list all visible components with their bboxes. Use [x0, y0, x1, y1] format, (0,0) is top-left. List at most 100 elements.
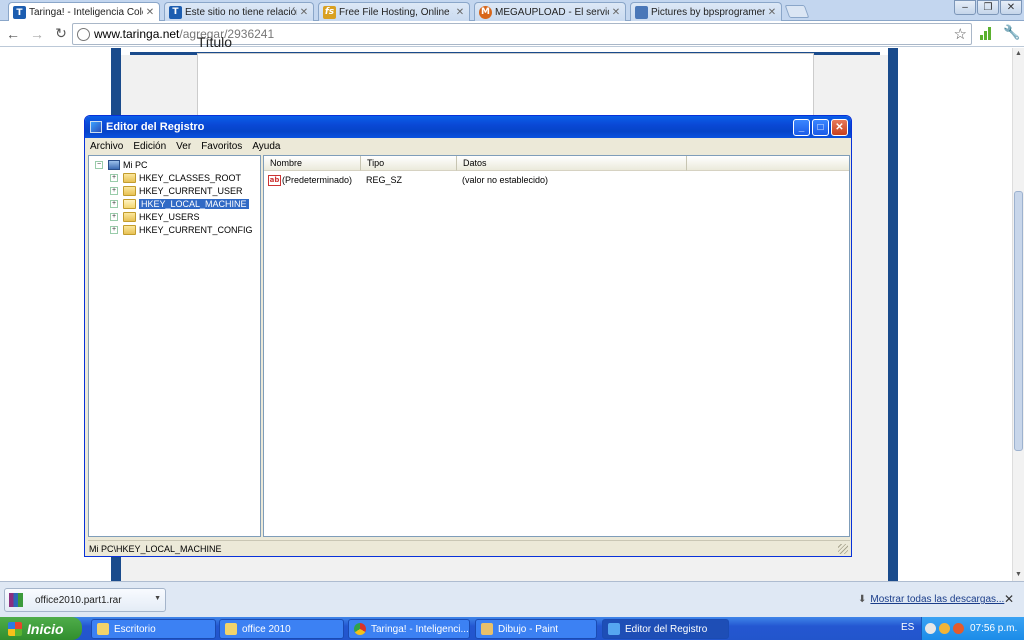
chrome-icon [354, 623, 366, 635]
scroll-up-icon[interactable]: ▲ [1013, 48, 1024, 60]
extension-signal-icon[interactable] [980, 26, 994, 40]
tab-taringa[interactable]: T Taringa! - Inteligencia Colectiva ✕ [8, 2, 160, 22]
download-bar: office2010.part1.rar ▼ ⬇ Mostrar todas la… [0, 581, 1024, 617]
taskbar-button-regedit[interactable]: Editor del Registro [602, 619, 729, 639]
download-arrow-icon: ⬇ [858, 594, 867, 605]
close-icon[interactable]: ✕ [611, 7, 621, 18]
language-indicator[interactable]: ES [901, 622, 914, 633]
value-name[interactable]: ab (Predeterminado) [268, 173, 352, 187]
start-button[interactable]: Inicio [0, 617, 82, 640]
window-title-bar[interactable]: Editor del Registro _ □ ✕ [85, 116, 851, 138]
expand-icon[interactable]: + [110, 186, 118, 195]
tray-icon[interactable] [925, 623, 936, 634]
page-scrollbar[interactable]: ▲ ▼ [1012, 48, 1024, 581]
reload-icon[interactable]: ↻ [50, 23, 72, 45]
window-controls: _ □ ✕ [793, 119, 848, 136]
back-icon[interactable]: ← [2, 23, 24, 45]
tab-megaupload[interactable]: M MEGAUPLOAD - El servicio líder ✕ [474, 2, 626, 21]
close-icon[interactable]: ✕ [299, 7, 309, 18]
tab-este-sitio[interactable]: T Este sitio no tiene relación con ✕ [164, 2, 314, 21]
value-data: (valor no establecido) [462, 175, 549, 185]
tree-item[interactable]: + HKEY_CURRENT_USER [110, 184, 243, 197]
status-bar: Mi PC\HKEY_LOCAL_MACHINE [88, 540, 850, 556]
chevron-down-icon[interactable]: ▼ [154, 595, 161, 602]
minimize-icon[interactable]: _ [793, 119, 810, 136]
registry-editor-window: Editor del Registro _ □ ✕ Archivo Edició… [84, 115, 852, 557]
expand-icon[interactable]: + [110, 199, 118, 208]
tab-label: Free File Hosting, Online Storage [339, 6, 453, 18]
tab-label: Este sitio no tiene relación con [185, 6, 297, 18]
taringa-icon: T [169, 5, 182, 19]
expand-icon[interactable]: + [110, 212, 118, 221]
column-header-tipo[interactable]: Tipo [361, 156, 457, 171]
menu-ver[interactable]: Ver [174, 141, 191, 152]
forward-icon[interactable]: → [26, 23, 48, 45]
new-tab-button[interactable] [784, 5, 810, 18]
menu-ayuda[interactable]: Ayuda [250, 141, 280, 152]
close-icon[interactable]: ✕ [455, 7, 465, 18]
close-download-bar-icon[interactable]: ✕ [1004, 592, 1014, 606]
tree-item[interactable]: + HKEY_CLASSES_ROOT [110, 171, 241, 184]
open-folder-icon [123, 198, 136, 209]
restore-icon[interactable]: ❐ [977, 0, 999, 15]
value-type: REG_SZ [366, 175, 403, 185]
window-title: Editor del Registro [106, 121, 205, 133]
regedit-icon [608, 623, 620, 635]
wrench-icon[interactable]: 🔧 [1003, 24, 1020, 41]
tree-item[interactable]: + HKEY_USERS [110, 210, 200, 223]
scroll-thumb[interactable] [1014, 191, 1023, 451]
windows-flag-icon [8, 621, 22, 636]
tray-icon[interactable] [939, 623, 950, 634]
tab-pictures[interactable]: Pictures by bpsprogramer - Ph ✕ [630, 2, 782, 21]
expand-icon[interactable]: + [110, 173, 118, 182]
globe-icon [77, 27, 90, 41]
maximize-icon[interactable]: □ [812, 119, 829, 136]
show-all-downloads-link[interactable]: ⬇ Mostrar todas las descargas... [858, 594, 1004, 605]
winrar-icon [9, 593, 23, 607]
taskbar-button-office[interactable]: office 2010 [219, 619, 344, 639]
tab-label: MEGAUPLOAD - El servicio líder [495, 6, 609, 18]
tab-label: Taringa! - Inteligencia Colectiva [29, 7, 143, 18]
collapse-icon[interactable]: − [95, 160, 103, 169]
tree-item-selected[interactable]: + HKEY_LOCAL_MACHINE [110, 197, 250, 210]
folder-icon [123, 224, 136, 235]
close-icon[interactable]: ✕ [145, 7, 155, 18]
string-value-icon: ab [268, 174, 281, 186]
window-controls: – ❐ ✕ [954, 0, 1022, 15]
tree-root[interactable]: − Mi PC [95, 158, 148, 171]
tray-icon[interactable] [953, 623, 964, 634]
taringa-icon: T [13, 6, 26, 19]
taskbar-button-paint[interactable]: Dibujo - Paint [475, 619, 597, 639]
minimize-icon[interactable]: – [954, 0, 976, 15]
column-header-nombre[interactable]: Nombre [264, 156, 361, 171]
expand-icon[interactable]: + [110, 225, 118, 234]
computer-icon [108, 159, 120, 170]
taskbar-button-escritorio[interactable]: Escritorio [91, 619, 216, 639]
bookmark-star-icon[interactable]: ☆ [954, 25, 967, 43]
menu-favoritos[interactable]: Favoritos [199, 141, 242, 152]
browser-toolbar: ← → ↻ www.taringa.net/agregar/2936241 ☆ … [0, 21, 1024, 47]
menu-edicion[interactable]: Edición [131, 141, 166, 152]
taskbar-button-chrome[interactable]: Taringa! - Inteligenci... [348, 619, 470, 639]
values-list[interactable]: Nombre Tipo Datos ab (Predeterminado) RE… [263, 155, 850, 537]
column-header-datos[interactable]: Datos [457, 156, 687, 171]
tab-free-file-hosting[interactable]: fs Free File Hosting, Online Storage ✕ [318, 2, 470, 21]
resize-grip-icon[interactable] [838, 544, 848, 554]
regedit-icon [90, 121, 102, 133]
tree-item[interactable]: + HKEY_CURRENT_CONFIG [110, 223, 253, 236]
page-border-right [888, 48, 898, 581]
scroll-down-icon[interactable]: ▼ [1013, 569, 1024, 581]
close-icon[interactable]: ✕ [767, 7, 777, 18]
photobucket-icon [635, 5, 648, 19]
clock[interactable]: 07:56 p.m. [970, 623, 1017, 634]
registry-tree[interactable]: − Mi PC + HKEY_CLASSES_ROOT + HKEY_CURRE… [88, 155, 261, 537]
status-path: Mi PC\HKEY_LOCAL_MACHINE [89, 543, 222, 554]
close-icon[interactable]: ✕ [831, 119, 848, 136]
close-icon[interactable]: ✕ [1000, 0, 1022, 15]
download-item[interactable]: office2010.part1.rar ▼ [4, 588, 166, 612]
folder-icon [123, 172, 136, 183]
menu-archivo[interactable]: Archivo [88, 141, 123, 152]
menu-bar: Archivo Edición Ver Favoritos Ayuda [88, 138, 289, 155]
taskbar: Inicio Escritorio office 2010 Taringa! -… [0, 617, 1024, 640]
megaupload-icon: M [479, 5, 492, 19]
